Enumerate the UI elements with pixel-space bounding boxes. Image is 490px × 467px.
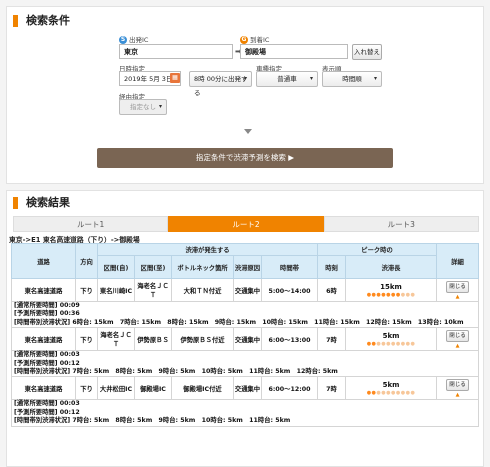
chevron-up-icon: ▲	[455, 293, 460, 300]
start-ic-label: S 出発IC	[119, 36, 149, 44]
goal-ic-icon: G	[240, 36, 248, 44]
cell-from: 東名川崎IC	[97, 278, 135, 302]
detail-info: [通常所要時間] 00:09 [予測所要時間] 00:36 [時間帯別渋滞状況]…	[10, 300, 480, 329]
header-congestion: 渋滞が発生する	[97, 243, 318, 256]
chevron-down-icon: ▾	[158, 103, 162, 110]
cell-peak-hour: 6時	[317, 278, 346, 302]
tab-route-1[interactable]: ルート1	[13, 216, 169, 232]
results-table: 道路 方向 渋滞が発生する 時間帯 ピーク時の 詳細 区間(自) 区間(至) ボ…	[10, 243, 480, 427]
header-peak-length: 渋滞長	[344, 255, 438, 279]
cell-detail: 閉じる ▲	[436, 327, 480, 352]
chevron-up-icon: ▲	[455, 342, 460, 349]
cell-cause: 交通集中	[233, 376, 262, 401]
cell-to: 海老名ＪＣＴ	[134, 278, 172, 302]
cell-road: 東名高速道路	[11, 278, 76, 302]
hourly-status: [時間帯別渋滞状況] 7時台: 5km 8時台: 5km 9時台: 5km 10…	[14, 368, 338, 376]
cell-detail: 閉じる ▲	[436, 376, 480, 401]
tab-route-2[interactable]: ルート2	[168, 216, 324, 232]
time-select[interactable]: 8時 00分に出発する ▾	[189, 71, 252, 97]
goal-ic-label: G 到着IC	[240, 36, 270, 44]
chevron-down-icon: ▾	[243, 75, 247, 82]
cell-peak-length: 15km ●●●●●●●●●●	[344, 278, 438, 302]
header-road: 道路	[11, 243, 76, 279]
cell-time: 6:00～12:00	[261, 376, 318, 401]
cell-direction: 下り	[75, 327, 98, 352]
cell-road: 東名高速道路	[11, 327, 76, 352]
hourly-status: [時間帯別渋滞状況] 6時台: 15km 7時台: 15km 8時台: 15km…	[14, 318, 464, 326]
cell-road: 東名高速道路	[11, 376, 76, 401]
congestion-car-icons: ●●●●●●●●●●	[366, 291, 416, 298]
start-ic-input[interactable]: 東京	[119, 44, 233, 59]
cell-cause: 交通集中	[233, 278, 262, 302]
calendar-icon[interactable]: ▦	[170, 73, 180, 83]
chevron-down-icon: ▾	[373, 75, 377, 82]
hourly-status: [時間帯別渋滞状況] 7時台: 5km 8時台: 5km 9時台: 5km 10…	[14, 417, 291, 425]
cell-peak-length: 5km ●●●●●●●●●●	[344, 327, 438, 352]
close-button[interactable]: 閉じる ▲	[446, 378, 470, 398]
cell-cause: 交通集中	[233, 327, 262, 352]
predicted-time: [予測所要時間] 00:36	[14, 310, 80, 318]
header-to: 区間(至)	[134, 255, 172, 279]
search-results-panel: 検索結果 ルート1 ルート2 ルート3 東京->E1 東名高速道路（下り）->御…	[6, 190, 484, 467]
triangle-down-icon	[244, 129, 252, 134]
cell-from: 大井松田IC	[97, 376, 135, 401]
cell-from: 海老名ＪＣＴ	[97, 327, 135, 352]
goal-ic-input[interactable]: 御殿場	[240, 44, 348, 59]
display-order-select[interactable]: 時間順 ▾	[322, 71, 382, 87]
normal-time: [通常所要時間] 00:09	[14, 302, 80, 309]
cell-bottleneck: 御殿場IC付近	[171, 376, 234, 401]
header-detail: 詳細	[436, 243, 480, 279]
cell-peak-hour: 7時	[317, 376, 346, 401]
header-peak: ピーク時の	[316, 243, 438, 256]
vehicle-select[interactable]: 普通車 ▾	[256, 71, 318, 87]
table-detail-row: [通常所要時間] 00:09 [予測所要時間] 00:36 [時間帯別渋滞状況]…	[10, 300, 480, 329]
cell-time: 6:00～13:00	[261, 327, 318, 352]
cell-bottleneck: 伊勢原ＢＳ付近	[171, 327, 234, 352]
header-peak-hour: 時刻	[317, 255, 346, 279]
search-button[interactable]: 指定条件で渋滞予測を検索 ▶	[97, 148, 393, 168]
congestion-car-icons: ●●●●●●●●●●	[366, 340, 416, 347]
normal-time: [通常所要時間] 00:03	[14, 351, 80, 359]
normal-time: [通常所要時間] 00:03	[14, 400, 80, 408]
table-row: 東名高速道路 下り 大井松田IC 御殿場IC 御殿場IC付近 交通集中 6:00…	[11, 376, 480, 401]
table-detail-row: [通常所要時間] 00:03 [予測所要時間] 00:12 [時間帯別渋滞状況]…	[10, 350, 480, 378]
chevron-up-icon: ▲	[455, 391, 460, 398]
route-tabs: ルート1 ルート2 ルート3	[13, 216, 479, 232]
table-row: 東名高速道路 下り 海老名ＪＣＴ 伊勢原ＢＳ 伊勢原ＢＳ付近 交通集中 6:00…	[11, 327, 480, 352]
cell-direction: 下り	[75, 278, 98, 302]
start-ic-icon: S	[119, 36, 127, 44]
detail-info: [通常所要時間] 00:03 [予測所要時間] 00:12 [時間帯別渋滞状況]…	[10, 350, 480, 378]
header-time: 時間帯	[261, 255, 318, 279]
table-detail-row: [通常所要時間] 00:03 [予測所要時間] 00:12 [時間帯別渋滞状況]…	[10, 399, 480, 427]
congestion-car-icons: ●●●●●●●●●●	[366, 389, 416, 396]
cell-direction: 下り	[75, 376, 98, 401]
table-row: 東名高速道路 下り 東名川崎IC 海老名ＪＣＴ 大和ＴＮ付近 交通集中 5:00…	[11, 278, 480, 302]
via-select[interactable]: 指定なし ▾	[119, 99, 167, 115]
detail-info: [通常所要時間] 00:03 [予測所要時間] 00:12 [時間帯別渋滞状況]…	[10, 399, 480, 427]
close-button[interactable]: 閉じる ▲	[446, 280, 470, 300]
predicted-time: [予測所要時間] 00:12	[14, 408, 80, 416]
cell-to: 御殿場IC	[134, 376, 172, 401]
chevron-down-icon: ▾	[309, 75, 313, 82]
section-title-results: 検索結果	[13, 197, 70, 209]
cell-time: 5:00～14:00	[261, 278, 318, 302]
predicted-time: [予測所要時間] 00:12	[14, 359, 80, 367]
header-from: 区間(自)	[97, 255, 135, 279]
cell-to: 伊勢原ＢＳ	[134, 327, 172, 352]
cell-detail: 閉じる ▲	[436, 278, 480, 302]
cell-peak-length: 5km ●●●●●●●●●●	[344, 376, 438, 401]
search-conditions-panel: 検索条件 S 出発IC 東京 ➡ G 到着IC 御殿場 入れ替え 日時指定 2019…	[6, 6, 484, 184]
close-button[interactable]: 閉じる ▲	[446, 329, 470, 349]
tab-route-3[interactable]: ルート3	[323, 216, 479, 232]
header-bottleneck: ボトルネック箇所	[171, 255, 234, 279]
cell-bottleneck: 大和ＴＮ付近	[171, 278, 234, 302]
section-title-conditions: 検索条件	[13, 15, 70, 27]
header-direction: 方向	[75, 243, 98, 279]
cell-peak-hour: 7時	[317, 327, 346, 352]
header-cause: 渋滞原因	[233, 255, 262, 279]
swap-button[interactable]: 入れ替え	[352, 44, 382, 60]
